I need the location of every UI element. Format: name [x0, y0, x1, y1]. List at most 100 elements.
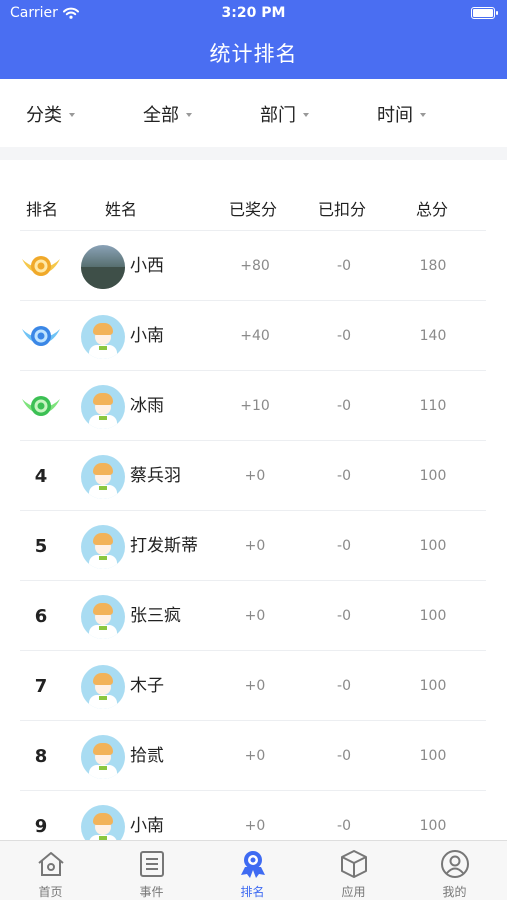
avatar — [81, 595, 125, 639]
deducted-points: -0 — [337, 818, 351, 834]
table-row[interactable]: 7 木子 +0 -0 100 — [20, 650, 486, 720]
filter-time[interactable]: 时间 — [377, 101, 426, 127]
filter-scope-label: 全部 — [143, 105, 179, 126]
rank-number: 5 — [34, 535, 48, 557]
table-row[interactable]: 小南 +40 -0 140 — [20, 300, 486, 370]
deducted-points: -0 — [337, 258, 351, 274]
user-icon — [441, 850, 469, 878]
battery-icon — [471, 7, 498, 19]
tab-events[interactable]: 事件 — [101, 841, 202, 900]
column-total: 总分 — [416, 200, 449, 219]
awarded-points: +0 — [244, 818, 266, 834]
table-row[interactable]: 4 蔡兵羽 +0 -0 100 — [20, 440, 486, 510]
cube-icon — [341, 850, 367, 878]
filter-time-label: 时间 — [377, 105, 413, 126]
table-header: 排名 姓名 已奖分 已扣分 总分 — [0, 160, 507, 230]
employee-name: 蔡兵羽 — [130, 465, 181, 486]
tab-mine-label: 我的 — [442, 885, 467, 899]
tab-bar: 首页 事件 排名 应用 我的 — [0, 840, 507, 900]
caret-down-icon — [420, 113, 426, 117]
rank-number: 7 — [34, 675, 48, 697]
home-icon — [38, 852, 64, 876]
avatar — [81, 525, 125, 569]
total-points: 140 — [419, 328, 447, 344]
deducted-points: -0 — [337, 538, 351, 554]
avatar — [81, 385, 125, 429]
gold-medal-icon — [22, 256, 60, 276]
avatar — [81, 735, 125, 779]
rank-cell: 9 — [20, 791, 62, 840]
employee-name: 张三疯 — [130, 605, 181, 626]
column-deducted: 已扣分 — [318, 200, 367, 219]
employee-name: 木子 — [130, 675, 164, 696]
table-row[interactable]: 8 拾贰 +0 -0 100 — [20, 720, 486, 790]
app-header: Carrier 3:20 PM 统计排名 — [0, 0, 507, 79]
deducted-points: -0 — [337, 328, 351, 344]
awarded-points: +0 — [244, 678, 266, 694]
table-row[interactable]: 6 张三疯 +0 -0 100 — [20, 580, 486, 650]
awarded-points: +0 — [244, 608, 266, 624]
green-medal-icon — [22, 396, 60, 416]
total-points: 100 — [419, 818, 447, 834]
filter-department-label: 部门 — [260, 105, 296, 126]
table-row[interactable]: 冰雨 +10 -0 110 — [20, 370, 486, 440]
employee-name: 打发斯蒂 — [130, 535, 198, 556]
rank-cell: 7 — [20, 651, 62, 721]
rank-number: 9 — [34, 815, 48, 837]
awarded-points: +80 — [240, 258, 270, 274]
tab-home[interactable]: 首页 — [0, 841, 101, 900]
table-row[interactable]: 小西 +80 -0 180 — [20, 230, 486, 300]
tab-ranking[interactable]: 排名 — [202, 841, 303, 900]
tab-apps-label: 应用 — [341, 885, 366, 899]
total-points: 100 — [419, 608, 447, 624]
tab-mine[interactable]: 我的 — [404, 841, 505, 900]
table-row[interactable]: 9 小南 +0 -0 100 — [20, 790, 486, 840]
rank-cell — [20, 231, 62, 301]
avatar — [81, 455, 125, 499]
filter-scope[interactable]: 全部 — [143, 101, 192, 127]
column-rank: 排名 — [26, 200, 59, 219]
rank-number: 8 — [34, 745, 48, 767]
rank-cell: 5 — [20, 511, 62, 581]
status-bar: Carrier 3:20 PM — [0, 0, 507, 28]
total-points: 180 — [419, 258, 447, 274]
ranking-table: 排名 姓名 已奖分 已扣分 总分 小西 +80 -0 180 小南 +40 -0 140 冰雨 +… — [0, 160, 507, 840]
status-time: 3:20 PM — [221, 5, 286, 21]
total-points: 100 — [419, 538, 447, 554]
table-row[interactable]: 5 打发斯蒂 +0 -0 100 — [20, 510, 486, 580]
column-awarded: 已奖分 — [229, 200, 278, 219]
total-points: 100 — [419, 468, 447, 484]
awarded-points: +0 — [244, 538, 266, 554]
filter-category[interactable]: 分类 — [26, 101, 75, 127]
total-points: 100 — [419, 748, 447, 764]
awarded-points: +10 — [240, 398, 270, 414]
page-title: 统计排名 — [209, 42, 298, 66]
avatar — [81, 665, 125, 709]
avatar — [81, 245, 125, 289]
deducted-points: -0 — [337, 678, 351, 694]
awarded-points: +0 — [244, 748, 266, 764]
employee-name: 冰雨 — [130, 395, 164, 416]
total-points: 100 — [419, 678, 447, 694]
avatar — [81, 805, 125, 840]
deducted-points: -0 — [337, 468, 351, 484]
ranking-icon — [241, 851, 265, 878]
caret-down-icon — [303, 113, 309, 117]
rank-cell: 6 — [20, 581, 62, 651]
employee-name: 小南 — [130, 815, 164, 836]
avatar — [81, 315, 125, 359]
filter-department[interactable]: 部门 — [260, 101, 309, 127]
deducted-points: -0 — [337, 398, 351, 414]
rank-cell: 8 — [20, 721, 62, 791]
deducted-points: -0 — [337, 748, 351, 764]
rank-cell — [20, 301, 62, 371]
employee-name: 小西 — [130, 255, 164, 276]
tab-home-label: 首页 — [38, 885, 63, 899]
rank-number: 6 — [34, 605, 48, 627]
blue-medal-icon — [22, 326, 60, 346]
total-points: 110 — [419, 398, 447, 414]
filter-category-label: 分类 — [26, 105, 62, 126]
filter-bar: 分类 全部 部门 时间 — [0, 79, 507, 147]
tab-apps[interactable]: 应用 — [303, 841, 404, 900]
rank-cell: 4 — [20, 441, 62, 511]
